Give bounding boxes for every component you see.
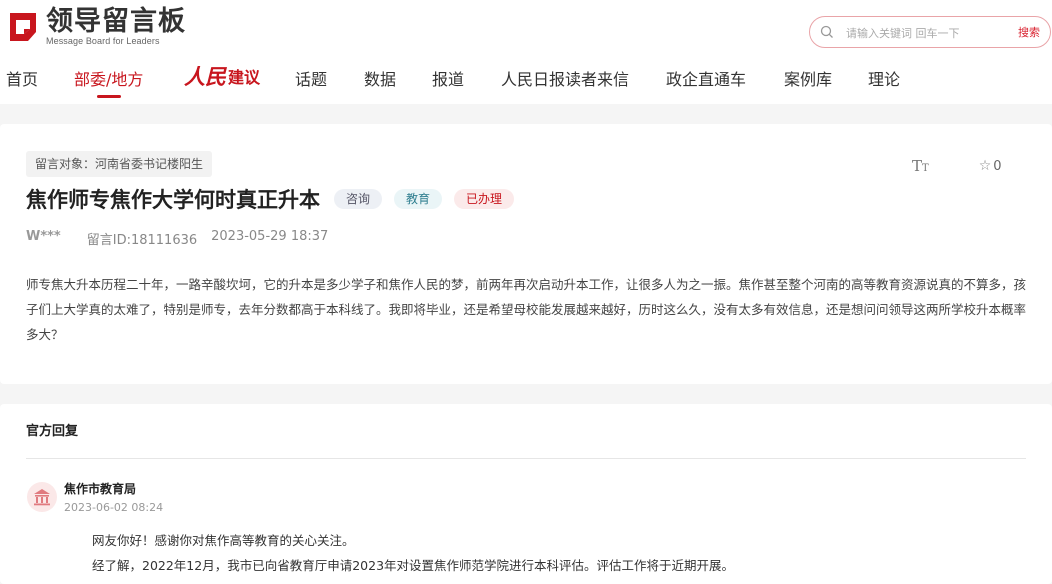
nav-data[interactable]: 数据 xyxy=(364,66,396,90)
favorite-count: 0 xyxy=(993,158,1002,174)
nav-reader-letters[interactable]: 人民日报读者来信 xyxy=(501,66,629,90)
nav-case-library[interactable]: 案例库 xyxy=(784,66,832,90)
font-size-icon[interactable]: TT xyxy=(912,157,929,175)
nav-suggestions-label: 建议 xyxy=(228,68,261,87)
status-badge: 已办理 xyxy=(454,189,515,209)
reply-date: 2023-06-02 08:24 xyxy=(64,501,164,514)
logo-title: 领导留言板 xyxy=(46,6,186,37)
reply-paragraph: 经了解，2022年12月，我市已向省教育厅申请2023年对设置焦作师范学院进行本… xyxy=(92,558,735,573)
nav-topics[interactable]: 话题 xyxy=(295,66,327,90)
government-building-icon xyxy=(27,482,57,512)
reply-section-title: 官方回复 xyxy=(26,424,79,439)
reply-org-name: 焦作市教育局 xyxy=(64,482,137,496)
search-button[interactable]: 搜索 xyxy=(1018,24,1040,40)
message-target: 留言对象：河南省委书记楼阳生 xyxy=(26,151,213,177)
search-icon xyxy=(820,25,833,38)
message-card: 留言对象：河南省委书记楼阳生 TT ☆ 0 焦作师专焦作大学何时真正升本 咨询 … xyxy=(0,124,1052,384)
nav-theory[interactable]: 理论 xyxy=(868,66,900,90)
message-tools: TT ☆ 0 xyxy=(912,157,1002,175)
search-input[interactable] xyxy=(846,23,1006,43)
nav-home[interactable]: 首页 xyxy=(6,66,38,90)
nav-reports[interactable]: 报道 xyxy=(432,66,464,90)
nav-people-suggestions[interactable]: 人民 建议 xyxy=(184,62,260,90)
message-id: 留言ID:18111636 xyxy=(86,233,198,248)
logo-subtitle: Message Board for Leaders xyxy=(46,36,160,46)
nav-govt-enterprise[interactable]: 政企直通车 xyxy=(666,66,746,90)
main-nav: 首页 部委/地方 人民 建议 话题 数据 报道 人民日报读者来信 政企直通车 案… xyxy=(0,62,1052,98)
message-title: 焦作师专焦作大学何时真正升本 xyxy=(26,188,320,212)
reply-paragraph: 网友你好！感谢你对焦作高等教育的关心关注。 xyxy=(92,533,355,548)
message-datetime: 2023-05-29 18:37 xyxy=(211,229,329,244)
site-logo[interactable]: 领导留言板 Message Board for Leaders xyxy=(6,8,186,46)
nav-active-indicator xyxy=(97,95,121,98)
tag-type: 咨询 xyxy=(334,189,383,209)
people-script-logo: 人民 xyxy=(184,64,226,89)
tag-category: 教育 xyxy=(394,189,443,209)
message-meta: W*** 留言ID:18111636 2023-05-29 18:37 xyxy=(26,229,328,248)
message-content: 师专焦大升本历程二十年，一路辛酸坎坷，它的升本是多少学子和焦作人民的梦，前两年再… xyxy=(26,277,1027,342)
star-icon: ☆ xyxy=(978,158,992,174)
search-box: 搜索 xyxy=(809,16,1051,48)
reply-card: 官方回复 焦作市教育局 2023-06-02 08:24 网友你好！感谢你对焦作… xyxy=(0,404,1052,584)
nav-ministries-local[interactable]: 部委/地方 xyxy=(74,66,143,90)
author-name: W*** xyxy=(26,229,61,244)
logo-icon xyxy=(6,10,40,44)
top-header: 领导留言板 Message Board for Leaders 搜索 首页 部委… xyxy=(0,0,1052,104)
favorite-button[interactable]: ☆ 0 xyxy=(979,158,1002,174)
divider xyxy=(26,458,1026,459)
